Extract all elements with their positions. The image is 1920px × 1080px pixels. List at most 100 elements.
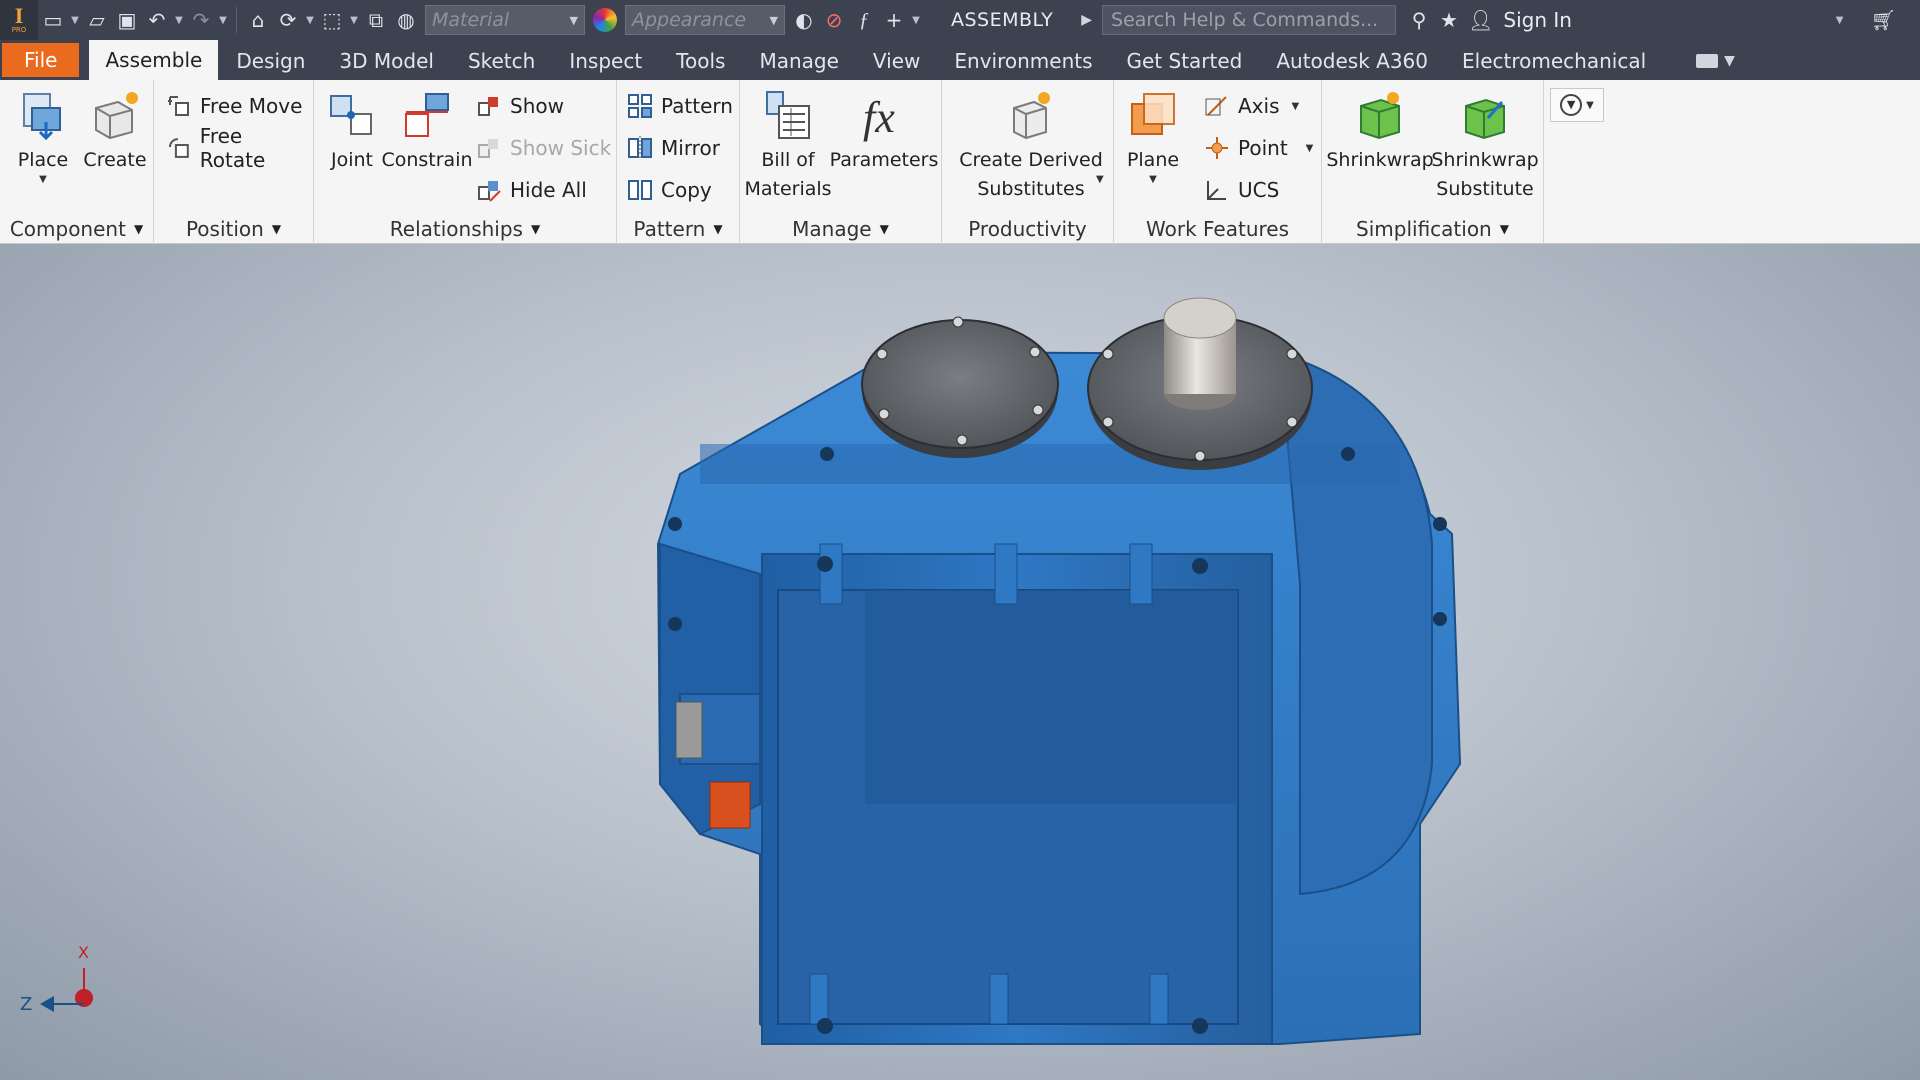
shrinkwrap-substitute-button[interactable]: Shrinkwrap Substitute — [1431, 88, 1539, 204]
group-label-component[interactable]: Component ▼ — [0, 214, 153, 244]
binoculars-icon[interactable]: ⚲ — [1404, 0, 1434, 40]
tab-3d-model[interactable]: 3D Model — [323, 42, 450, 80]
inventor-logo[interactable]: I PRO — [0, 0, 38, 40]
chevron-down-icon: ▼ — [39, 174, 47, 185]
plane-button[interactable]: Plane ▼ — [1120, 88, 1186, 185]
ribbon-options-button[interactable]: ▼ ▼ — [1550, 88, 1604, 122]
point-button[interactable]: Point ▼ — [1204, 132, 1313, 164]
fx-parameters-icon[interactable]: ƒ — [849, 0, 879, 40]
show-sick-icon — [478, 139, 498, 158]
shrinkwrap-sub-label-line1: Shrinkwrap — [1431, 149, 1539, 171]
free-move-button[interactable]: Free Move — [166, 90, 302, 122]
view-triad[interactable]: X Z — [14, 944, 104, 1024]
chevron-down-icon: ▼ — [271, 222, 282, 236]
bom-label-line2: Materials — [744, 178, 832, 200]
chevron-down-icon: ▼ — [769, 13, 778, 27]
place-button[interactable]: Place ▼ — [10, 88, 76, 185]
ucs-button[interactable]: UCS — [1204, 174, 1279, 206]
design-doctor-icon[interactable]: ⧉ — [361, 0, 391, 40]
appearance-combo[interactable]: Appearance ▼ — [625, 5, 785, 35]
constrain-label: Constrain — [381, 149, 473, 171]
tab-get-started[interactable]: Get Started — [1111, 42, 1259, 80]
undo-icon[interactable]: ↶ — [142, 0, 172, 40]
ucs-label: UCS — [1238, 178, 1280, 202]
show-button[interactable]: Show — [476, 90, 564, 122]
tab-assemble[interactable]: Assemble — [89, 40, 219, 80]
chevron-down-icon[interactable]: ▼ — [1096, 174, 1104, 185]
free-move-icon — [168, 96, 189, 116]
search-input[interactable]: Search Help & Commands... — [1102, 5, 1397, 35]
copy-button[interactable]: Copy — [627, 174, 712, 206]
sign-in-dropdown-icon[interactable]: ▼ — [1833, 0, 1847, 40]
customize-dropdown-icon[interactable]: ▼ — [909, 0, 923, 40]
free-rotate-button[interactable]: Free Rotate — [166, 124, 313, 172]
chevron-down-icon: ▼ — [1586, 99, 1594, 111]
update-dropdown-icon[interactable]: ▼ — [303, 0, 317, 40]
create-component-icon — [95, 92, 138, 140]
tab-view[interactable]: View — [857, 42, 936, 80]
constrain-icon — [405, 93, 449, 137]
show-label: Show — [510, 94, 564, 118]
gearbox-housing-model[interactable] — [0, 244, 1920, 1080]
home-icon[interactable]: ⌂ — [243, 0, 273, 40]
axis-icon — [1205, 96, 1227, 116]
material-combo[interactable]: Material ▼ — [425, 5, 585, 35]
tab-electromechanical[interactable]: Electromechanical — [1446, 42, 1662, 80]
group-label-position[interactable]: Position ▼ — [154, 214, 313, 244]
pattern-button[interactable]: Pattern — [627, 90, 733, 122]
tab-tools[interactable]: Tools — [660, 42, 741, 80]
appearance-ball-icon[interactable] — [593, 8, 617, 32]
shrinkwrap-button[interactable]: Shrinkwrap — [1326, 88, 1434, 175]
create-button[interactable]: Create — [82, 88, 148, 175]
group-label-pattern[interactable]: Pattern ▼ — [617, 214, 739, 244]
group-label-simplification[interactable]: Simplification ▼ — [1322, 214, 1543, 244]
ribbon-display-toggle[interactable]: ▼ — [1696, 42, 1735, 80]
tab-file[interactable]: File — [2, 43, 80, 77]
adjust-appearance-icon[interactable]: ◐ — [789, 0, 819, 40]
undo-dropdown-icon[interactable]: ▼ — [172, 0, 186, 40]
clear-appearance-icon[interactable]: ⊘ — [819, 0, 849, 40]
user-icon[interactable]: 👤︎ — [1464, 0, 1497, 40]
parameters-button[interactable]: fx Parameters — [830, 88, 939, 175]
mirror-button[interactable]: Mirror — [627, 132, 720, 164]
tab-design[interactable]: Design — [220, 42, 321, 80]
bill-of-materials-button[interactable]: Bill of Materials — [744, 88, 832, 204]
create-derived-substitutes-button[interactable]: Create Derived Substitutes — [956, 88, 1106, 204]
open-folder-icon[interactable]: ▱ — [82, 0, 112, 40]
select-mode-icon[interactable]: ⬚ — [317, 0, 347, 40]
show-sick-button[interactable]: Show Sick — [476, 132, 611, 164]
hide-all-button[interactable]: Hide All — [476, 174, 587, 206]
free-rotate-label: Free Rotate — [199, 124, 266, 172]
play-arrow-icon[interactable]: ▶ — [1081, 12, 1092, 28]
graphics-viewport[interactable]: X Z — [0, 244, 1920, 1080]
tab-sketch[interactable]: Sketch — [452, 42, 551, 80]
new-file-icon[interactable]: ▭ — [38, 0, 68, 40]
axis-button[interactable]: Axis ▼ — [1204, 90, 1299, 122]
copy-label: Copy — [661, 178, 712, 202]
globe-icon[interactable]: ◍ — [391, 0, 421, 40]
plane-label: Plane — [1126, 149, 1180, 171]
sign-in-link[interactable]: Sign In — [1503, 8, 1572, 32]
tab-autodesk-a360[interactable]: Autodesk A360 — [1260, 42, 1444, 80]
favorites-star-icon[interactable]: ★ — [1434, 0, 1464, 40]
chevron-down-icon: ▼ — [569, 13, 578, 27]
plane-icon — [1131, 93, 1175, 135]
update-icon[interactable]: ⟳ — [273, 0, 303, 40]
tab-environments[interactable]: Environments — [938, 42, 1108, 80]
plus-icon[interactable]: + — [879, 0, 909, 40]
joint-button[interactable]: Joint — [322, 88, 382, 175]
select-dropdown-icon[interactable]: ▼ — [347, 0, 361, 40]
cart-icon[interactable]: 🛒︎ — [1867, 0, 1900, 40]
group-label-manage[interactable]: Manage ▼ — [740, 214, 941, 244]
save-icon[interactable]: ▣ — [112, 0, 142, 40]
tab-inspect[interactable]: Inspect — [553, 42, 658, 80]
rib — [819, 543, 843, 605]
redo-icon[interactable]: ↷ — [186, 0, 216, 40]
redo-dropdown-icon[interactable]: ▼ — [216, 0, 230, 40]
tab-manage[interactable]: Manage — [743, 42, 854, 80]
new-dropdown-icon[interactable]: ▼ — [68, 0, 82, 40]
constrain-button[interactable]: Constrain — [381, 88, 473, 175]
group-label-relationships[interactable]: Relationships ▼ — [314, 214, 616, 244]
chevron-down-icon: ▼ — [1291, 100, 1300, 112]
ribbon-panel: Place ▼ Create Component ▼ Free Move Fre… — [0, 80, 1920, 244]
